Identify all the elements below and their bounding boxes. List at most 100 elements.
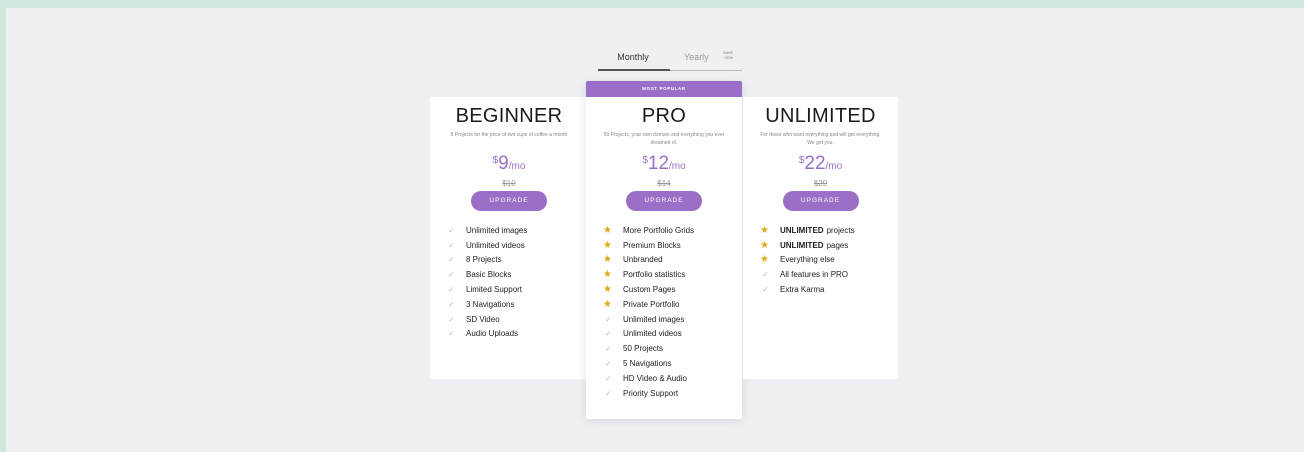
check-icon: ✓ xyxy=(448,314,455,324)
check-icon: ✓ xyxy=(605,329,612,339)
most-popular-ribbon: MOST POPULAR xyxy=(586,81,742,97)
save-badge-line2: ~20% xyxy=(722,55,734,60)
feature-list: ★ More Portfolio Grids ★ Premium Blocks ★ Unb… xyxy=(603,223,736,401)
feature-label: SD Video xyxy=(466,314,500,324)
feature-emphasis: UNLIMITED xyxy=(780,225,824,235)
feature-label: projects xyxy=(826,225,855,235)
feature-label: Unlimited videos xyxy=(466,240,525,250)
price-period: /mo xyxy=(825,161,843,172)
check-icon: ✓ xyxy=(762,285,769,295)
feature-label: Basic Blocks xyxy=(466,270,512,280)
feature-item: ★ Unbranded xyxy=(603,253,736,268)
plan-price: $22/mo xyxy=(743,153,898,175)
plan-description: 50 Projects, your own domain and everyth… xyxy=(603,132,725,146)
feature-item: ✓ Priority Support xyxy=(605,386,736,401)
feature-label: Unlimited images xyxy=(466,225,528,235)
feature-label: HD Video & Audio xyxy=(623,373,687,383)
check-icon: ✓ xyxy=(605,373,612,383)
price-currency: $ xyxy=(798,155,805,166)
feature-item: ★ Portfolio statistics xyxy=(603,267,736,282)
feature-label: Private Portfolio xyxy=(623,299,680,309)
feature-item: ★ Custom Pages xyxy=(603,282,736,297)
price-amount: 9 xyxy=(498,153,509,174)
feature-item: ✓ Basic Blocks xyxy=(448,267,582,282)
feature-item: ★ Private Portfolio xyxy=(603,297,736,312)
feature-label: Custom Pages xyxy=(623,285,676,295)
check-icon: ✓ xyxy=(448,255,455,265)
price-currency: $ xyxy=(492,155,499,166)
star-icon: ★ xyxy=(760,224,769,236)
feature-item: ✓ SD Video xyxy=(448,312,582,327)
feature-label: 8 Projects xyxy=(466,255,502,265)
plan-price: $9/mo xyxy=(430,153,588,175)
plan-card-beginner: BEGINNER 8 Projects for the price of two… xyxy=(430,97,588,379)
price-currency: $ xyxy=(642,155,648,166)
check-icon: ✓ xyxy=(605,359,612,369)
star-icon: ★ xyxy=(603,284,612,296)
star-icon: ★ xyxy=(603,239,612,251)
upgrade-button[interactable]: UPGRADE xyxy=(626,191,702,211)
price-period: /mo xyxy=(669,161,686,172)
feature-item: ✓ Unlimited images xyxy=(605,312,736,327)
feature-item: ✓ HD Video & Audio xyxy=(605,371,736,386)
feature-emphasis: UNLIMITED xyxy=(780,240,824,250)
price-amount: 22 xyxy=(804,153,826,174)
feature-item: ★ UNLIMITED pages xyxy=(760,238,892,253)
feature-item: ✓ 5 Navigations xyxy=(605,356,736,371)
feature-item: ✓ Audio Uploads xyxy=(448,327,582,342)
check-icon: ✓ xyxy=(448,285,455,295)
feature-label: pages xyxy=(826,240,849,250)
check-icon: ✓ xyxy=(605,388,612,398)
check-icon: ✓ xyxy=(448,270,455,280)
feature-label: 3 Navigations xyxy=(466,299,515,309)
tab-monthly[interactable]: Monthly xyxy=(598,52,668,62)
feature-label: Unbranded xyxy=(623,255,663,265)
plan-title: PRO xyxy=(641,105,687,127)
feature-item: ✓ Unlimited images xyxy=(448,223,582,238)
plan-description: 8 Projects for the price of two cups of … xyxy=(450,132,568,138)
star-icon: ★ xyxy=(603,224,612,236)
feature-item: ★ UNLIMITED projects xyxy=(760,223,892,238)
toggle-active-indicator xyxy=(598,69,670,71)
feature-item: ★ Everything else xyxy=(760,253,892,268)
feature-label: Limited Support xyxy=(466,285,523,295)
check-icon: ✓ xyxy=(605,344,612,354)
plan-card-pro: MOST POPULAR PRO 50 Projects, your own d… xyxy=(586,81,742,419)
check-icon: ✓ xyxy=(448,299,455,309)
price-period: /mo xyxy=(508,161,526,172)
check-icon: ✓ xyxy=(448,240,455,250)
feature-item: ✓ Extra Karma xyxy=(762,282,892,297)
feature-label: Everything else xyxy=(780,255,835,265)
feature-item: ✓ Unlimited videos xyxy=(605,327,736,342)
feature-item: ✓ Unlimited videos xyxy=(448,238,582,253)
feature-item: ★ Premium Blocks xyxy=(603,238,736,253)
feature-item: ✓ 50 Projects xyxy=(605,341,736,356)
plan-title: BEGINNER xyxy=(455,105,563,127)
price-amount: 12 xyxy=(647,153,670,174)
tab-yearly[interactable]: Yearly xyxy=(684,52,709,62)
feature-item: ✓ Limited Support xyxy=(448,282,582,297)
feature-label: Audio Uploads xyxy=(466,329,519,339)
check-icon: ✓ xyxy=(448,329,455,339)
pricing-canvas: Monthly Yearly SAVE ~20% BEGINNER 8 Proje… xyxy=(6,8,1304,452)
feature-label: All features in PRO xyxy=(780,270,849,280)
upgrade-button[interactable]: UPGRADE xyxy=(782,191,859,211)
feature-item: ✓ 8 Projects xyxy=(448,253,582,268)
save-badge: SAVE ~20% xyxy=(718,50,738,60)
feature-label: Extra Karma xyxy=(780,285,825,295)
plan-description: For those who want everything and will g… xyxy=(760,132,881,146)
check-icon: ✓ xyxy=(605,314,612,324)
billing-toggle: Monthly Yearly SAVE ~20% xyxy=(592,44,742,72)
feature-label: Unlimited videos xyxy=(623,329,682,339)
upgrade-button[interactable]: UPGRADE xyxy=(471,191,547,211)
star-icon: ★ xyxy=(760,239,769,251)
feature-label: 50 Projects xyxy=(623,344,664,354)
check-icon: ✓ xyxy=(448,225,455,235)
plan-title: UNLIMITED xyxy=(765,105,876,127)
feature-label: 5 Navigations xyxy=(623,359,672,369)
old-price: $10 xyxy=(502,179,516,188)
star-icon: ★ xyxy=(603,269,612,281)
plan-price: $12/mo xyxy=(586,153,742,175)
feature-list: ✓ Unlimited images ✓ Unlimited videos ✓ 8 Pro… xyxy=(448,223,582,341)
star-icon: ★ xyxy=(603,254,612,266)
